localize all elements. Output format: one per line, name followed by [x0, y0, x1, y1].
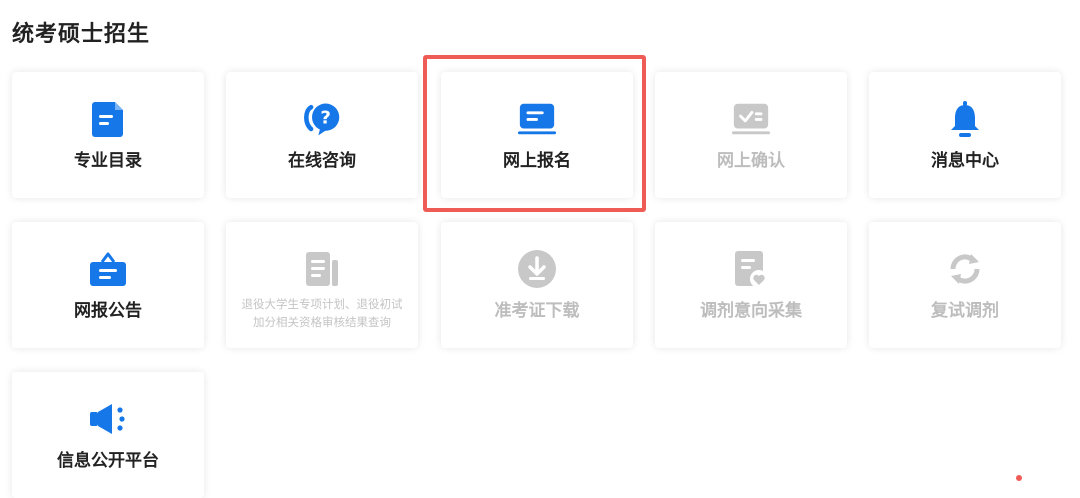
tile-label: 消息中心 — [931, 151, 999, 171]
tile-label: 调剂意向采集 — [700, 301, 802, 321]
monitor-check-icon — [731, 99, 771, 139]
tile-label-multiline: 退役大学生专项计划、退役初试 加分相关资格审核结果查询 — [232, 295, 412, 331]
tile-label: 准考证下载 — [494, 301, 580, 321]
download-icon — [517, 249, 557, 289]
tile-label: 网报公告 — [74, 301, 142, 321]
megaphone-icon — [88, 399, 128, 439]
tile-online-registration[interactable]: 网上报名 — [441, 72, 633, 198]
tile-veteran-qualification-query[interactable]: 退役大学生专项计划、退役初试 加分相关资格审核结果查询 — [226, 222, 418, 348]
tile-admission-ticket-download[interactable]: 准考证下载 — [441, 222, 633, 348]
tile-label: 在线咨询 — [288, 151, 356, 171]
document-icon — [88, 99, 128, 139]
tile-info-disclosure-platform[interactable]: 信息公开平台 — [12, 372, 204, 498]
tile-label: 信息公开平台 — [57, 451, 159, 471]
tile-adjustment-intention[interactable]: 调剂意向采集 — [655, 222, 847, 348]
tile-label: 网上报名 — [503, 151, 571, 171]
tile-major-catalog[interactable]: 专业目录 — [12, 72, 204, 198]
edge-marker — [1016, 475, 1022, 481]
tile-label-line2: 加分相关资格审核结果查询 — [253, 315, 391, 329]
tile-label: 网上确认 — [717, 151, 785, 171]
tile-registration-notice[interactable]: 网报公告 — [12, 222, 204, 348]
tile-online-consult[interactable]: ? 在线咨询 — [226, 72, 418, 198]
doc-heart-icon — [731, 249, 771, 289]
tile-retest-adjustment[interactable]: 复试调剂 — [869, 222, 1061, 348]
tile-message-center[interactable]: 消息中心 — [869, 72, 1061, 198]
tile-online-confirmation[interactable]: 网上确认 — [655, 72, 847, 198]
notice-bag-icon — [88, 249, 128, 289]
chat-question-icon: ? — [302, 99, 342, 139]
svg-text:?: ? — [320, 108, 331, 129]
tile-label-line1: 退役大学生专项计划、退役初试 — [241, 297, 403, 311]
tile-label: 专业目录 — [74, 151, 142, 171]
tile-grid: 专业目录 ? 在线咨询 网上报名 网上确认 消息中心 网报公告 退役大学生专项计… — [0, 0, 1080, 498]
tile-label: 复试调剂 — [931, 301, 999, 321]
laptop-form-icon — [517, 99, 557, 139]
refresh-icon — [945, 249, 985, 289]
bell-icon — [945, 99, 985, 139]
list-doc-icon — [302, 249, 342, 289]
